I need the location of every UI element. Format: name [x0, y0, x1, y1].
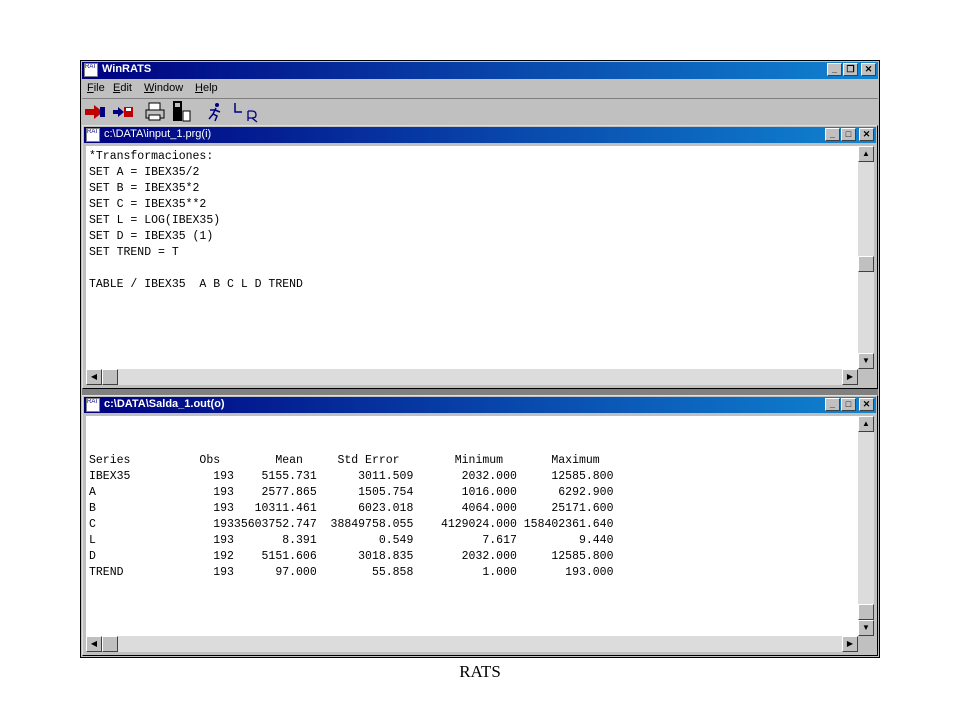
input-hscroll-thumb[interactable]: [102, 369, 118, 385]
code-line: TABLE / IBEX35 A B C L D TREND: [89, 278, 303, 291]
table-row: D 192 5151.606 3018.835 2032.000 12585.8…: [89, 550, 614, 563]
code-line: SET TREND = T: [89, 246, 179, 259]
output-horizontal-scrollbar[interactable]: ◀ ▶: [86, 636, 858, 652]
output-scroll-up-button[interactable]: ▲: [858, 416, 874, 432]
slide-caption: RATS: [459, 662, 501, 681]
rats-doc-icon[interactable]: RATS: [86, 398, 100, 412]
output-scroll-down-button[interactable]: ▼: [858, 620, 874, 636]
menu-edit[interactable]: Edit: [113, 82, 132, 94]
code-line: SET A = IBEX35/2: [89, 166, 200, 179]
app-title-bar[interactable]: RATS WinRATS _❐✕: [82, 62, 878, 79]
code-line: SET B = IBEX35*2: [89, 182, 200, 195]
table-row: TREND 193 97.000 55.858 1.000 193.000: [89, 566, 614, 579]
menu-window[interactable]: Window: [144, 82, 183, 94]
output-hscroll-thumb[interactable]: [102, 636, 118, 652]
output-window-title-bar[interactable]: RATS c:\DATA\Salda_1.out(o) _□✕: [84, 397, 876, 413]
code-line: SET L = LOG(IBEX35): [89, 214, 221, 227]
input-vertical-scrollbar[interactable]: ▲ ▼: [858, 146, 874, 369]
code-line: SET C = IBEX35**2: [89, 198, 207, 211]
run-icon[interactable]: [84, 101, 106, 123]
output-text-area[interactable]: Series Obs Mean Std Error Minimum Maximu…: [86, 416, 858, 636]
output-maximize-button[interactable]: □: [841, 398, 856, 411]
output-window-title: c:\DATA\Salda_1.out(o): [104, 398, 225, 410]
menu-help[interactable]: Help: [195, 82, 218, 94]
winrats-app-window: RATS WinRATS _❐✕ File Edit Window Help: [80, 60, 880, 658]
app-close-button[interactable]: ✕: [861, 63, 876, 76]
input-resize-grip[interactable]: [858, 369, 874, 385]
lr-regression-icon[interactable]: [231, 101, 261, 123]
table-header: Series Obs Mean Std Error Minimum Maximu…: [89, 454, 614, 467]
output-vertical-scrollbar[interactable]: ▲ ▼: [858, 416, 874, 636]
code-line: SET D = IBEX35 (1): [89, 230, 214, 243]
code-line: *Transformaciones:: [89, 150, 214, 163]
input-scroll-thumb[interactable]: [858, 256, 874, 272]
mdi-workspace: RATS c:\DATA\input_1.prg(i) _□✕ *Transfo…: [82, 125, 878, 656]
input-scroll-up-button[interactable]: ▲: [858, 146, 874, 162]
input-editor[interactable]: *Transformaciones: SET A = IBEX35/2 SET B …: [86, 146, 858, 369]
toolbar: [82, 98, 878, 125]
output-resize-grip[interactable]: [858, 636, 874, 652]
rats-doc-icon[interactable]: RATS: [86, 128, 100, 142]
output-window: RATS c:\DATA\Salda_1.out(o) _□✕ Series O…: [82, 395, 878, 656]
output-scroll-left-button[interactable]: ◀: [86, 636, 102, 652]
input-window-title-bar[interactable]: RATS c:\DATA\input_1.prg(i) _□✕: [84, 127, 876, 143]
app-restore-button[interactable]: ❐: [843, 63, 858, 76]
table-row: B 193 10311.461 6023.018 4064.000 25171.…: [89, 502, 614, 515]
table-row: C 19335603752.747 38849758.055 4129024.0…: [89, 518, 614, 531]
output-scroll-thumb[interactable]: [858, 604, 874, 620]
statistics-table: Series Obs Mean Std Error Minimum Maximu…: [86, 416, 858, 581]
input-maximize-button[interactable]: □: [841, 128, 856, 141]
input-horizontal-scrollbar[interactable]: ◀ ▶: [86, 369, 858, 385]
table-row: A 193 2577.865 1505.754 1016.000 6292.90…: [89, 486, 614, 499]
run-selection-icon[interactable]: [112, 101, 134, 123]
menu-bar: File Edit Window Help: [82, 80, 878, 98]
output-minimize-button[interactable]: _: [825, 398, 840, 411]
output-close-button[interactable]: ✕: [859, 398, 874, 411]
input-minimize-button[interactable]: _: [825, 128, 840, 141]
table-row: IBEX35 193 5155.731 3011.509 2032.000 12…: [89, 470, 614, 483]
input-scroll-down-button[interactable]: ▼: [858, 353, 874, 369]
input-window: RATS c:\DATA\input_1.prg(i) _□✕ *Transfo…: [82, 125, 878, 389]
input-scroll-right-button[interactable]: ▶: [842, 369, 858, 385]
menu-file[interactable]: File: [87, 82, 105, 94]
running-man-icon[interactable]: [203, 101, 225, 123]
input-window-title: c:\DATA\input_1.prg(i): [104, 128, 212, 140]
app-title: WinRATS: [102, 63, 152, 75]
input-close-button[interactable]: ✕: [859, 128, 874, 141]
input-code: *Transformaciones: SET A = IBEX35/2 SET B …: [86, 146, 858, 293]
lock-icon[interactable]: [171, 101, 193, 123]
table-row: L 193 8.391 0.549 7.617 9.440: [89, 534, 614, 547]
rats-app-icon[interactable]: RATS: [84, 63, 98, 77]
print-icon[interactable]: [144, 101, 166, 123]
input-scroll-left-button[interactable]: ◀: [86, 369, 102, 385]
output-scroll-right-button[interactable]: ▶: [842, 636, 858, 652]
app-minimize-button[interactable]: _: [827, 63, 842, 76]
